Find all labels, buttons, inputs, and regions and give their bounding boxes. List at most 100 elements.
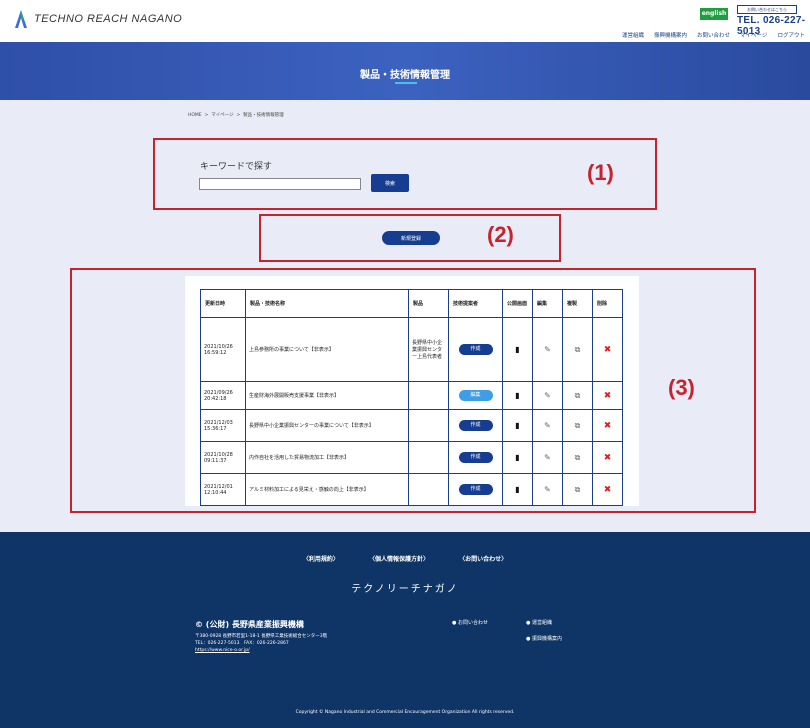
logo[interactable]: TECHNO REACH NAGANO bbox=[14, 10, 182, 28]
new-entry-button[interactable]: 新規登録 bbox=[382, 231, 440, 245]
cell-updated: 2021/09/26 20:42:18 bbox=[200, 381, 246, 410]
edit-icon[interactable]: ✎ bbox=[544, 485, 551, 494]
copy-icon[interactable]: ⧉ bbox=[575, 391, 581, 400]
delete-icon[interactable]: ✖ bbox=[604, 421, 612, 430]
annotation-tag-3: (3) bbox=[668, 375, 695, 400]
page-title: 製品・技術情報管理 bbox=[360, 70, 450, 81]
organization-name: © (公財) 長野県産業振興機構 bbox=[195, 620, 304, 629]
listing-panel: 更新日時 製品・技術名称 製品 技術提案者 公開画面 編集 複製 削除 2021… bbox=[185, 276, 639, 506]
breadcrumb-mypage[interactable]: マイページ bbox=[211, 113, 233, 118]
english-button[interactable]: english bbox=[700, 8, 728, 20]
footer-brand: テクノリーチナガノ bbox=[351, 584, 459, 595]
delete-icon[interactable]: ✖ bbox=[604, 391, 612, 400]
document-icon[interactable]: ▮ bbox=[515, 391, 519, 400]
cell-updated: 2021/10/26 16:59:12 bbox=[200, 317, 246, 382]
listing-section: (3) 更新日時 製品・技術名称 製品 技術提案者 公開画面 編集 複製 削除 … bbox=[70, 268, 756, 513]
col-copy: 複製 bbox=[562, 289, 593, 318]
copy-icon[interactable]: ⧉ bbox=[575, 421, 581, 430]
cell-name[interactable]: 生産財海外展開販売支援事業【非表示】 bbox=[245, 381, 409, 410]
col-name[interactable]: 製品・技術名称 bbox=[245, 289, 409, 318]
search-section: キーワードで探す 検索 (1) bbox=[153, 138, 657, 210]
organization-address: 〒380-0928 長野市若里1-18-1 長野県工業技術総合センター3階 TE… bbox=[195, 633, 327, 654]
copy-icon[interactable]: ⧉ bbox=[575, 345, 581, 354]
cell-org bbox=[408, 441, 449, 474]
site-header: TECHNO REACH NAGANO english お問い合わせはこちら T… bbox=[0, 0, 810, 42]
proposal-button[interactable]: 作成 bbox=[458, 452, 493, 463]
website-link[interactable]: https://www.nice-o.or.jp/ bbox=[195, 647, 327, 654]
edit-icon[interactable]: ✎ bbox=[544, 345, 551, 354]
contact-banner[interactable]: お問い合わせはこちら bbox=[737, 5, 797, 14]
cell-updated: 2021/12/03 15:36:17 bbox=[200, 409, 246, 442]
delete-icon[interactable]: ✖ bbox=[604, 345, 612, 354]
proposal-button[interactable]: 編集 bbox=[458, 390, 493, 401]
copy-icon[interactable]: ⧉ bbox=[575, 485, 581, 494]
cell-name[interactable]: 上島参務所の事業について【非表示】 bbox=[245, 317, 409, 382]
listing-table: 更新日時 製品・技術名称 製品 技術提案者 公開画面 編集 複製 削除 2021… bbox=[200, 289, 623, 506]
col-edit: 編集 bbox=[532, 289, 563, 318]
col-updated[interactable]: 更新日時 bbox=[200, 289, 246, 318]
logo-text: TECHNO REACH NAGANO bbox=[34, 13, 183, 25]
document-icon[interactable]: ▮ bbox=[515, 485, 519, 494]
site-footer: 〈利用規約〉 〈個人情報保護方針〉 〈お問い合わせ〉 テクノリーチナガノ © (… bbox=[0, 532, 810, 728]
proposal-button[interactable]: 作成 bbox=[458, 420, 493, 431]
footer-links: 〈利用規約〉 〈個人情報保護方針〉 〈お問い合わせ〉 bbox=[0, 554, 810, 563]
breadcrumb: HOME > マイページ > 製品・技術情報管理 bbox=[188, 112, 284, 118]
nav-mypage[interactable]: マイページ bbox=[740, 31, 767, 39]
search-input[interactable] bbox=[199, 178, 361, 190]
footer-nav-guide[interactable]: ● 振興機構案内 bbox=[526, 635, 562, 642]
logo-mark-icon bbox=[14, 10, 28, 28]
edit-icon[interactable]: ✎ bbox=[544, 391, 551, 400]
top-nav: 運営組織 振興機構案内 お問い合わせ マイページ ログアウト bbox=[622, 31, 805, 39]
new-entry-section: 新規登録 (2) bbox=[259, 214, 561, 262]
footer-link-terms[interactable]: 〈利用規約〉 bbox=[303, 556, 339, 563]
nav-organization[interactable]: 運営組織 bbox=[622, 31, 644, 39]
breadcrumb-home[interactable]: HOME bbox=[188, 113, 202, 118]
title-underline bbox=[395, 82, 417, 84]
address-line: 〒380-0928 長野市若里1-18-1 長野県工業技術総合センター3階 bbox=[195, 634, 328, 639]
breadcrumb-sep: > bbox=[204, 113, 209, 118]
contact-line: TEL：026-227-5013 FAX：026-226-2867 bbox=[195, 641, 289, 646]
copy-icon[interactable]: ⧉ bbox=[575, 453, 581, 462]
hero-banner: 製品・技術情報管理 bbox=[0, 42, 810, 100]
table-row: 2021/10/26 16:59:12 上島参務所の事業について【非表示】 長野… bbox=[200, 317, 623, 382]
col-product[interactable]: 製品 bbox=[408, 289, 449, 318]
cell-org bbox=[408, 409, 449, 442]
search-button[interactable]: 検索 bbox=[371, 174, 409, 192]
edit-icon[interactable]: ✎ bbox=[544, 421, 551, 430]
breadcrumb-current: 製品・技術情報管理 bbox=[243, 113, 284, 118]
cell-org bbox=[408, 381, 449, 410]
cell-name[interactable]: アルミ材料加工による見栄え・感触の向上【非表示】 bbox=[245, 473, 409, 506]
table-row: 2021/10/28 09:11:37 内作自社を活用した貿易物流加工【非表示】… bbox=[200, 441, 623, 474]
table-row: 2021/12/01 12:10:44 アルミ材料加工による見栄え・感触の向上【… bbox=[200, 473, 623, 506]
cell-org bbox=[408, 473, 449, 506]
footer-link-contact[interactable]: 〈お問い合わせ〉 bbox=[459, 556, 507, 563]
search-label: キーワードで探す bbox=[200, 162, 273, 172]
document-icon[interactable]: ▮ bbox=[515, 345, 519, 354]
footer-nav-contact[interactable]: ● お問い合わせ bbox=[452, 619, 488, 626]
edit-icon[interactable]: ✎ bbox=[544, 453, 551, 462]
document-icon[interactable]: ▮ bbox=[515, 421, 519, 430]
col-proposal: 技術提案者 bbox=[448, 289, 503, 318]
footer-link-privacy[interactable]: 〈個人情報保護方針〉 bbox=[369, 556, 429, 563]
breadcrumb-sep: > bbox=[236, 113, 241, 118]
col-public: 公開画面 bbox=[502, 289, 533, 318]
proposal-button[interactable]: 作成 bbox=[458, 344, 493, 355]
nav-logout[interactable]: ログアウト bbox=[777, 31, 805, 39]
col-delete: 削除 bbox=[592, 289, 623, 318]
footer-nav-organization[interactable]: ● 運営組織 bbox=[526, 619, 552, 626]
proposal-button[interactable]: 作成 bbox=[458, 484, 493, 495]
cell-org: 長野県中小企業振興センター上島代表者 bbox=[408, 317, 449, 382]
cell-name[interactable]: 内作自社を活用した貿易物流加工【非表示】 bbox=[245, 441, 409, 474]
nav-guide[interactable]: 振興機構案内 bbox=[654, 31, 687, 39]
table-row: 2021/12/03 15:36:17 長野県中小企業振興センターの事業について… bbox=[200, 409, 623, 442]
copyright: Copyright © Nagano Industrial and Commer… bbox=[295, 710, 515, 715]
cell-updated: 2021/12/01 12:10:44 bbox=[200, 473, 246, 506]
cell-name[interactable]: 長野県中小企業振興センターの事業について【非表示】 bbox=[245, 409, 409, 442]
document-icon[interactable]: ▮ bbox=[515, 453, 519, 462]
cell-updated: 2021/10/28 09:11:37 bbox=[200, 441, 246, 474]
delete-icon[interactable]: ✖ bbox=[604, 453, 612, 462]
main-content: HOME > マイページ > 製品・技術情報管理 キーワードで探す 検索 (1)… bbox=[0, 100, 810, 532]
nav-contact[interactable]: お問い合わせ bbox=[697, 31, 730, 39]
annotation-tag-1: (1) bbox=[587, 160, 614, 185]
delete-icon[interactable]: ✖ bbox=[604, 485, 612, 494]
